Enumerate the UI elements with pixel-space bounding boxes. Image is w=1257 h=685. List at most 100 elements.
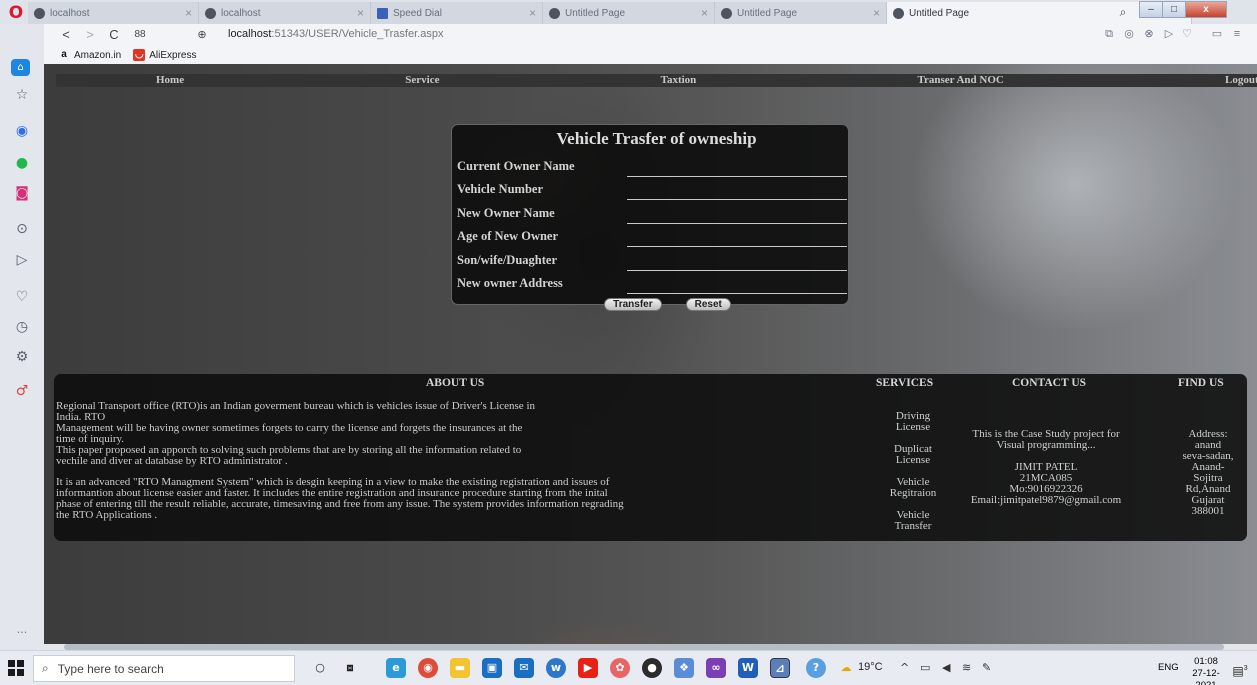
pin-icon[interactable]: ♂ — [10, 380, 34, 402]
site-info-icon[interactable]: ⊕ — [194, 26, 210, 44]
menu-taxtion[interactable]: Taxtion — [661, 74, 697, 87]
bookmark-amazon[interactable]: a Amazon.in — [44, 49, 121, 61]
notifications-icon[interactable]: ▤3 — [1230, 659, 1250, 679]
speed-dial-icon — [377, 7, 388, 19]
about-line: Regional Transport office (RTO)is an Ind… — [56, 400, 535, 412]
more-icon[interactable]: ··· — [10, 622, 34, 644]
service-vehicle-transfer[interactable]: Vehicle Transfer — [878, 510, 948, 532]
address-bar: < > C 88 ⊕ localhost:51343/USER/Vehicle_… — [44, 24, 1257, 46]
pen-icon[interactable]: ✎ — [982, 661, 991, 674]
service-driving-license[interactable]: Driving License — [878, 411, 948, 433]
transfer-button[interactable]: Transfer — [604, 298, 662, 311]
word-online-icon[interactable]: w — [546, 658, 566, 678]
star-icon[interactable]: ☆ — [10, 84, 34, 106]
service-duplicate-license[interactable]: Duplicat License — [878, 444, 948, 466]
tab-untitled-1[interactable]: Untitled Page × — [543, 2, 715, 24]
word-icon[interactable]: W — [738, 658, 758, 678]
snapshot-icon[interactable]: ⧉ — [1102, 27, 1116, 42]
instagram-icon[interactable]: ◙ — [10, 182, 34, 204]
menu-service[interactable]: Service — [405, 74, 439, 87]
language-indicator[interactable]: ENG — [1158, 662, 1179, 673]
speed-dial-grid-icon[interactable]: 88 — [132, 26, 148, 44]
menu-transfer-noc[interactable]: Transer And NOC — [917, 74, 1003, 87]
service-line: License — [895, 454, 931, 466]
easy-setup-icon[interactable]: ≡ — [1230, 27, 1244, 42]
whatsapp-icon[interactable]: ● — [10, 152, 34, 174]
close-icon[interactable]: × — [873, 6, 880, 20]
current-owner-input[interactable] — [627, 156, 847, 177]
address-input[interactable] — [627, 274, 847, 294]
tray-chevron-icon[interactable]: ^ — [900, 661, 909, 674]
youtube-icon[interactable]: ▶ — [578, 658, 598, 678]
close-icon[interactable]: × — [185, 6, 192, 20]
chrome-icon[interactable]: ◉ — [418, 658, 438, 678]
taskbar-clock[interactable]: 01:08 27-12-2021 — [1186, 656, 1226, 685]
forward-button[interactable]: > — [82, 26, 98, 44]
wifi-icon[interactable]: ≋ — [962, 661, 971, 674]
vehicle-number-input[interactable] — [627, 180, 847, 200]
new-owner-input[interactable] — [627, 203, 847, 224]
minimize-button[interactable]: – — [1139, 1, 1163, 18]
edge-icon[interactable]: e — [386, 658, 406, 678]
extensions-icon[interactable]: ⚙ — [10, 346, 34, 368]
close-icon[interactable]: × — [529, 6, 536, 20]
tab-speed-dial[interactable]: Speed Dial × — [371, 2, 543, 24]
service-vehicle-registration[interactable]: Vehicle Regitraion — [878, 477, 948, 499]
vehicle-transfer-form: Vehicle Trasfer of owneship Current Owne… — [451, 124, 849, 311]
history-icon[interactable]: ◷ — [10, 316, 34, 338]
tab-title: localhost — [50, 7, 90, 19]
globe-icon — [549, 7, 560, 19]
help-icon[interactable]: ? — [806, 658, 826, 678]
visual-studio-active-icon[interactable]: ⊿ — [770, 658, 790, 678]
reset-button[interactable]: Reset — [685, 298, 731, 311]
heart-icon[interactable]: ♡ — [1180, 27, 1194, 42]
battery-icon[interactable]: ▭ — [1210, 27, 1224, 42]
weather-text[interactable]: 19°C — [858, 661, 883, 673]
vpn-icon[interactable]: ⊗ — [1142, 27, 1156, 42]
address-label: New owner Address — [457, 276, 563, 290]
messenger-icon[interactable]: ◉ — [10, 120, 34, 142]
tab-localhost-1[interactable]: localhost × — [28, 2, 199, 24]
form-row-address: New owner Address — [457, 271, 848, 294]
bookmark-aliexpress[interactable]: ◡ AliExpress — [133, 49, 197, 61]
menu-home[interactable]: Home — [156, 74, 184, 87]
battery-icon[interactable]: ▭ — [920, 661, 930, 674]
camera-icon[interactable]: ◎ — [1122, 27, 1136, 42]
relation-input[interactable] — [627, 250, 847, 271]
find-us-address: Address: anand seva-sadan, Anand- Sojitr… — [1171, 429, 1245, 517]
mail-icon[interactable]: ✉ — [514, 658, 534, 678]
settings-app-icon[interactable]: ✿ — [610, 658, 630, 678]
tab-untitled-2[interactable]: Untitled Page × — [715, 2, 887, 24]
volume-icon[interactable]: ◀ — [942, 661, 950, 674]
close-icon[interactable]: × — [701, 6, 708, 20]
send-icon[interactable]: ▷ — [1162, 27, 1176, 42]
url-field[interactable]: localhost:51343/USER/Vehicle_Trasfer.asp… — [228, 28, 443, 40]
player-icon[interactable]: ⊙ — [10, 218, 34, 240]
reload-icon[interactable]: C — [106, 26, 122, 44]
opera-menu-icon[interactable]: O — [4, 2, 28, 24]
cortana-icon[interactable]: ○ — [310, 658, 330, 678]
age-input[interactable] — [627, 227, 847, 247]
close-window-button[interactable]: x — [1185, 1, 1227, 18]
menu-logout[interactable]: Logout — [1225, 74, 1257, 87]
taskbar-search-box[interactable]: ⌕ Type here to search — [33, 655, 295, 682]
globe-icon — [34, 7, 45, 19]
tab-localhost-2[interactable]: localhost × — [199, 2, 371, 24]
windows-start-icon[interactable] — [8, 660, 24, 676]
close-icon[interactable]: × — [357, 6, 364, 20]
weather-icon[interactable]: ☁ — [836, 658, 856, 678]
store-icon[interactable]: ▣ — [482, 658, 502, 678]
heart-icon[interactable]: ♡ — [10, 286, 34, 308]
home-icon[interactable]: ⌂ — [11, 59, 30, 76]
back-button[interactable]: < — [58, 26, 74, 44]
github-icon[interactable]: ● — [642, 658, 662, 678]
task-view-icon[interactable]: ⧈ — [340, 658, 360, 678]
file-explorer-icon[interactable]: ▬ — [450, 658, 470, 678]
maximize-button[interactable]: □ — [1162, 1, 1186, 18]
teams-icon[interactable]: ❖ — [674, 658, 694, 678]
about-line: Management will be having owner sometime… — [56, 422, 523, 434]
form-row-new-owner: New Owner Name — [457, 200, 848, 224]
visual-studio-icon[interactable]: ∞ — [706, 658, 726, 678]
tab-search-icon[interactable]: ⌕ — [1113, 3, 1133, 21]
send-icon[interactable]: ▷ — [10, 249, 34, 271]
